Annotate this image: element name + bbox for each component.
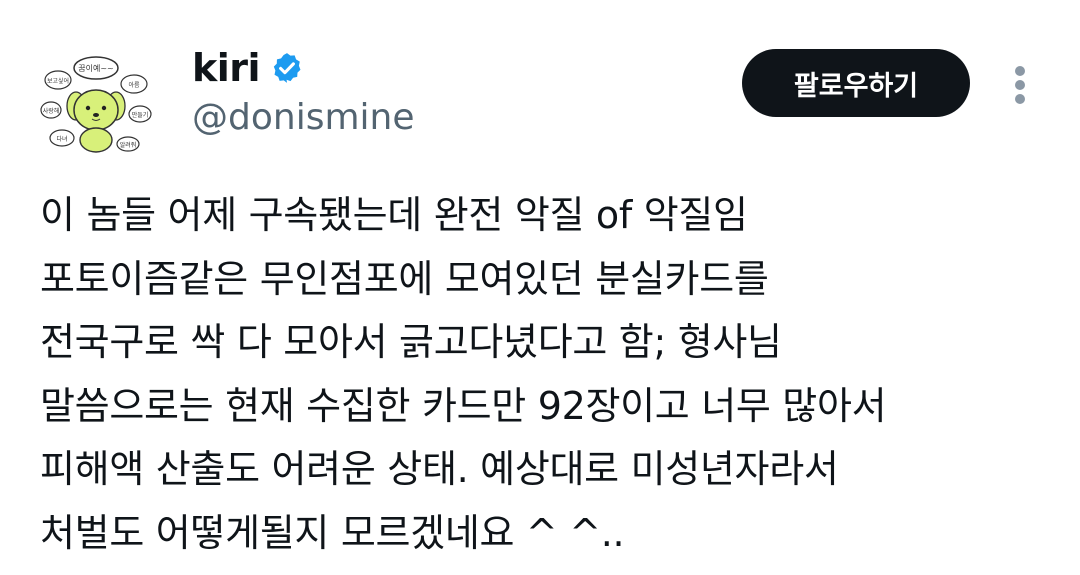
follow-button[interactable]: 팔로우하기 [742,49,970,117]
user-handle[interactable]: @donismine [192,96,415,140]
user-name-row[interactable]: kiri [192,44,304,92]
tweet-text-line: 전국구로 싹 다 모아서 긁고다녔다고 함; 형사님 [40,320,782,364]
avatar-bubble-text: 아름 [128,81,140,89]
tweet-text-line: 피해액 산출도 어려운 상태. 예상대로 미성년자라서 [40,447,839,491]
avatar-bubble-text: 알려줘 [120,141,137,149]
avatar-bubble-text: 꿈이예~~ [78,63,114,73]
tweet-card: 꿈이예~~ 보고싶어 아름 사랑해 만들기 다녀 알려줘 kiri @donis… [0,0,1080,575]
avatar[interactable]: 꿈이예~~ 보고싶어 아름 사랑해 만들기 다녀 알려줘 [36,48,156,168]
verified-badge-icon[interactable] [270,51,304,85]
tweet-text-line: 이 놈들 어제 구속됐는데 완전 악질 of 악질임 [40,193,748,237]
more-vertical-icon[interactable] [1006,62,1034,106]
avatar-bubble-text: 보고싶어 [47,77,69,85]
tweet-text: 이 놈들 어제 구속됐는데 완전 악질 of 악질임 포토이즘같은 무인점포에 … [40,184,1060,565]
tweet-text-line: 처벌도 어떻게될지 모르겠네요 ^ ^.. [40,510,625,555]
avatar-bubble-text: 다녀 [56,135,67,143]
display-name[interactable]: kiri [192,44,261,92]
avatar-bubble-text: 사랑해 [43,107,60,115]
tweet-text-line: 포토이즘같은 무인점포에 모여있던 분실카드를 [40,256,769,301]
avatar-doodle-icon: 꿈이예~~ 보고싶어 아름 사랑해 만들기 다녀 알려줘 [40,56,152,153]
tweet-text-line: 말씀으로는 현재 수집한 카드만 92장이고 너무 많아서 [40,383,887,428]
more-dot [1015,66,1025,76]
avatar-bubble-text: 만들기 [132,111,149,119]
more-dot [1015,94,1025,104]
more-dot [1015,80,1025,90]
